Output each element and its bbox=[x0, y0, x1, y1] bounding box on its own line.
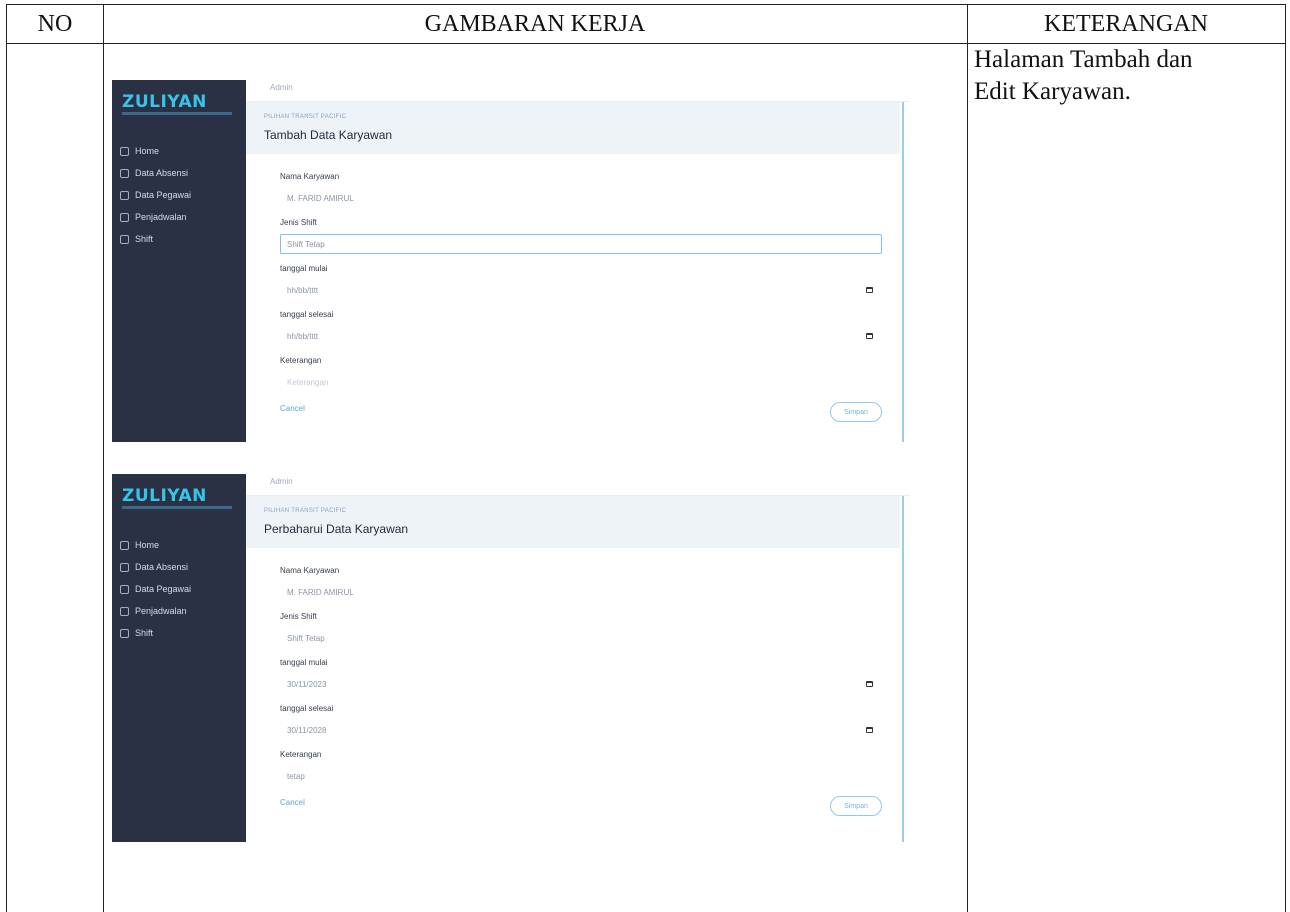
page-header: PILIHAN TRANSIT PACIFIC Tambah Data Kary… bbox=[246, 102, 900, 154]
sidebar: ZULIYAN Home Data Absensi Data Pegawai P… bbox=[112, 80, 246, 442]
employee-form: Nama Karyawan M. FARID AMIRUL Jenis Shif… bbox=[280, 172, 882, 428]
app-logo: ZULIYAN bbox=[122, 486, 207, 506]
jenis-shift-select[interactable]: Shift Tetap bbox=[280, 628, 882, 648]
field-label: Jenis Shift bbox=[280, 612, 317, 621]
keterangan-field[interactable]: Keterangan bbox=[280, 372, 882, 392]
logo-tagline bbox=[122, 112, 232, 115]
list-icon bbox=[120, 562, 129, 572]
keterangan-line: Edit Karyawan. bbox=[974, 78, 1131, 105]
calendar-icon[interactable] bbox=[866, 287, 873, 293]
main-content: Admin PILIHAN TRANSIT PACIFIC Perbaharui… bbox=[246, 474, 910, 842]
home-icon bbox=[120, 146, 129, 156]
field-label: tanggal mulai bbox=[280, 264, 328, 273]
sidebar-nav: Home Data Absensi Data Pegawai Penjadwal… bbox=[120, 140, 244, 250]
screenshot-edit-employee: ZULIYAN Home Data Absensi Data Pegawai P… bbox=[112, 474, 910, 842]
header-no: NO bbox=[37, 10, 73, 37]
nama-karyawan-field[interactable]: M. FARID AMIRUL bbox=[280, 582, 882, 602]
tanggal-selesai-field[interactable]: 30/11/2028 bbox=[280, 720, 882, 740]
sidebar-item-label: Data Absensi bbox=[135, 562, 189, 572]
field-value: 30/11/2028 bbox=[287, 726, 327, 735]
sidebar-item-label: Shift bbox=[135, 628, 154, 638]
field-value: 30/11/2023 bbox=[287, 680, 327, 689]
keterangan-field[interactable]: tetap bbox=[280, 766, 882, 786]
header-keterangan: KETERANGAN bbox=[1044, 10, 1208, 37]
sidebar-item-penjadwalan[interactable]: Penjadwalan bbox=[120, 206, 244, 228]
save-button[interactable]: Simpan bbox=[830, 796, 882, 816]
logo-tagline bbox=[122, 506, 232, 509]
form-actions: Cancel Simpan bbox=[280, 796, 882, 822]
sidebar: ZULIYAN Home Data Absensi Data Pegawai P… bbox=[112, 474, 246, 842]
sidebar-item-label: Penjadwalan bbox=[135, 212, 187, 222]
scroll-rule bbox=[902, 102, 904, 442]
sidebar-item-label: Shift bbox=[135, 234, 154, 244]
app-logo: ZULIYAN bbox=[122, 92, 207, 112]
jenis-shift-select[interactable]: Shift Tetap bbox=[280, 234, 882, 254]
page-header: PILIHAN TRANSIT PACIFIC Perbaharui Data … bbox=[246, 496, 900, 548]
tanggal-mulai-field[interactable]: 30/11/2023 bbox=[280, 674, 882, 694]
field-value: hh/bb/tttt bbox=[287, 286, 319, 295]
calendar-icon bbox=[120, 212, 129, 222]
nama-karyawan-field[interactable]: M. FARID AMIRUL bbox=[280, 188, 882, 208]
sidebar-item-label: Penjadwalan bbox=[135, 606, 187, 616]
cancel-link[interactable]: Cancel bbox=[280, 404, 305, 413]
topbar: Admin bbox=[246, 474, 910, 496]
calendar-icon[interactable] bbox=[866, 727, 873, 733]
sidebar-nav: Home Data Absensi Data Pegawai Penjadwal… bbox=[120, 534, 244, 644]
sidebar-item-data-pegawai[interactable]: Data Pegawai bbox=[120, 578, 244, 600]
field-label: Nama Karyawan bbox=[280, 566, 340, 575]
topbar-user[interactable]: Admin bbox=[270, 477, 293, 486]
page-title: Tambah Data Karyawan bbox=[264, 128, 393, 142]
sidebar-item-shift[interactable]: Shift bbox=[120, 622, 244, 644]
field-label: Keterangan bbox=[280, 356, 322, 365]
field-label: Nama Karyawan bbox=[280, 172, 340, 181]
clock-icon bbox=[120, 628, 129, 638]
field-label: Keterangan bbox=[280, 750, 322, 759]
sidebar-item-data-pegawai[interactable]: Data Pegawai bbox=[120, 184, 244, 206]
list-icon bbox=[120, 168, 129, 178]
sidebar-item-data-absensi[interactable]: Data Absensi bbox=[120, 556, 244, 578]
sidebar-item-home[interactable]: Home bbox=[120, 534, 244, 556]
sidebar-item-shift[interactable]: Shift bbox=[120, 228, 244, 250]
save-button[interactable]: Simpan bbox=[830, 402, 882, 422]
topbar: Admin bbox=[246, 80, 910, 102]
keterangan-line: Halaman Tambah dan bbox=[974, 46, 1193, 73]
field-value: hh/bb/tttt bbox=[287, 332, 319, 341]
page-title: Perbaharui Data Karyawan bbox=[264, 522, 409, 536]
sidebar-item-data-absensi[interactable]: Data Absensi bbox=[120, 162, 244, 184]
employee-form: Nama Karyawan M. FARID AMIRUL Jenis Shif… bbox=[280, 566, 882, 822]
sidebar-item-label: Data Pegawai bbox=[135, 190, 192, 200]
calendar-icon[interactable] bbox=[866, 681, 873, 687]
tanggal-selesai-field[interactable]: hh/bb/tttt bbox=[280, 326, 882, 346]
breadcrumb: PILIHAN TRANSIT PACIFIC bbox=[264, 508, 347, 514]
calendar-icon bbox=[120, 606, 129, 616]
cancel-link[interactable]: Cancel bbox=[280, 798, 305, 807]
breadcrumb: PILIHAN TRANSIT PACIFIC bbox=[264, 114, 347, 120]
user-icon bbox=[120, 584, 129, 594]
field-label: tanggal selesai bbox=[280, 704, 334, 713]
field-label: Jenis Shift bbox=[280, 218, 317, 227]
sidebar-item-penjadwalan[interactable]: Penjadwalan bbox=[120, 600, 244, 622]
field-label: tanggal mulai bbox=[280, 658, 328, 667]
user-icon bbox=[120, 190, 129, 200]
topbar-user[interactable]: Admin bbox=[270, 83, 293, 92]
form-actions: Cancel Simpan bbox=[280, 402, 882, 428]
home-icon bbox=[120, 540, 129, 550]
sidebar-item-label: Home bbox=[135, 146, 160, 156]
column-divider bbox=[967, 5, 968, 912]
calendar-icon[interactable] bbox=[866, 333, 873, 339]
sidebar-item-label: Data Pegawai bbox=[135, 584, 192, 594]
sidebar-item-label: Home bbox=[135, 540, 160, 550]
clock-icon bbox=[120, 234, 129, 244]
column-divider bbox=[103, 5, 104, 912]
tanggal-mulai-field[interactable]: hh/bb/tttt bbox=[280, 280, 882, 300]
screenshot-add-employee: ZULIYAN Home Data Absensi Data Pegawai P… bbox=[112, 80, 910, 442]
sidebar-item-label: Data Absensi bbox=[135, 168, 189, 178]
field-label: tanggal selesai bbox=[280, 310, 334, 319]
scroll-rule bbox=[902, 496, 904, 842]
keterangan-text: Halaman Tambah dan Edit Karyawan. bbox=[974, 44, 1274, 108]
sidebar-item-home[interactable]: Home bbox=[120, 140, 244, 162]
header-gambaran-kerja: GAMBARAN KERJA bbox=[424, 10, 646, 37]
main-content: Admin PILIHAN TRANSIT PACIFIC Tambah Dat… bbox=[246, 80, 910, 442]
